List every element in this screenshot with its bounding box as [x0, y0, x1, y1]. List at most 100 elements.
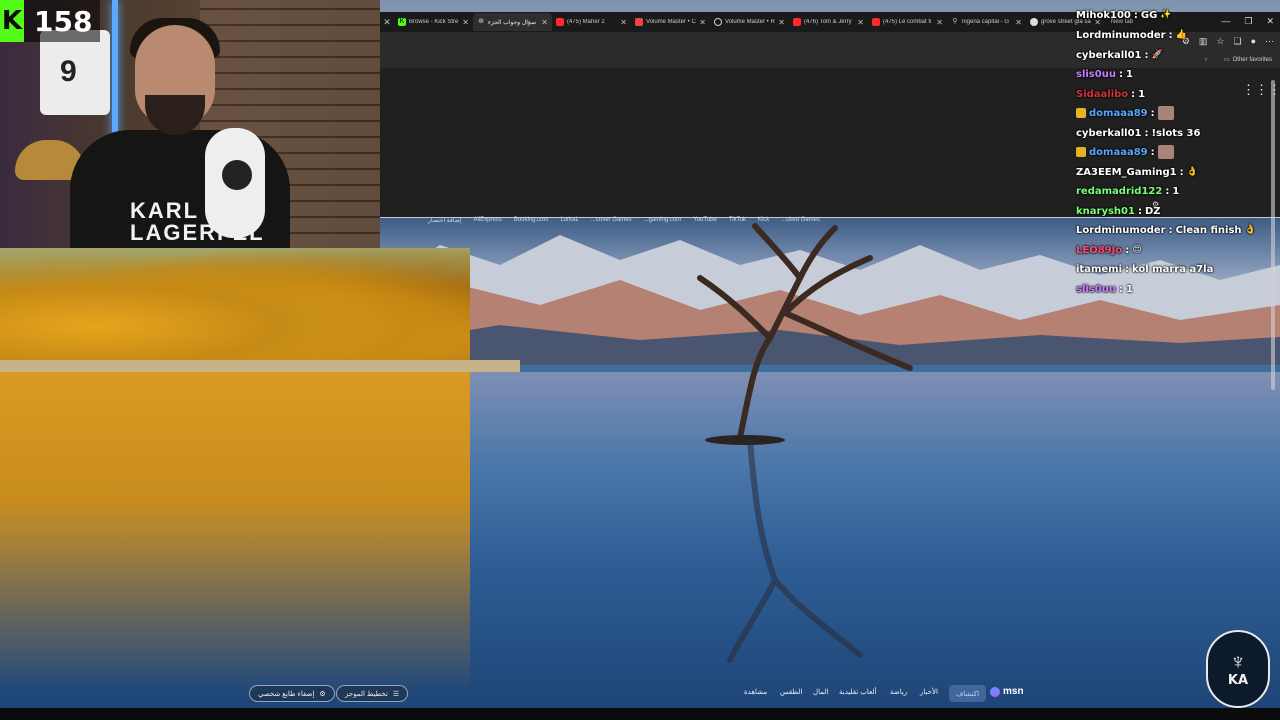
close-icon[interactable]: ✕: [857, 18, 864, 27]
chat-username[interactable]: knarysh01: [1076, 206, 1135, 217]
chat-message: LEO89Jo: 😍: [1076, 242, 1142, 258]
chat-username[interactable]: LEO89Jo: [1076, 245, 1122, 256]
chat-emote-icon: 🚀: [1151, 50, 1163, 60]
chat-separator: :: [1125, 263, 1130, 275]
tab[interactable]: Volume Master • R ✕: [710, 13, 789, 31]
bottom-strip: [0, 708, 1280, 720]
tab[interactable]: (476) Tom & Jerry ✕: [789, 13, 868, 31]
chat-separator: :: [1133, 9, 1138, 21]
chat-emote-icon: ✨: [1160, 10, 1172, 20]
tab[interactable]: (475) Le combat fi ✕: [868, 13, 947, 31]
shortcut[interactable]: Booking.com: [514, 217, 549, 224]
jersey-number: 9: [60, 55, 77, 88]
tree-reflection: [727, 440, 863, 663]
shortcut[interactable]: AliExpress: [473, 217, 501, 224]
chat-username[interactable]: cyberkall01: [1076, 128, 1142, 139]
tab-title: (476) Tom & Jerry: [804, 19, 852, 25]
close-icon[interactable]: ✕: [541, 18, 548, 27]
chat-message: domaaa89:: [1076, 105, 1174, 121]
eagle-icon: ♆: [1229, 648, 1247, 674]
nav-casual-games[interactable]: ألعاب تقليدية: [839, 688, 876, 696]
chat-separator: :: [1137, 205, 1142, 217]
shortcut-add[interactable]: إضافة اختصار: [428, 217, 461, 224]
channel-logo: ♆ KA: [1206, 630, 1270, 708]
tab-title: Volume Master • C: [646, 19, 696, 25]
chat-message: Lordminumoder: 👍: [1076, 27, 1187, 43]
chat-username[interactable]: domaaa89: [1089, 147, 1148, 158]
chat-username[interactable]: cyberkall01: [1076, 50, 1142, 61]
close-icon[interactable]: ✕: [462, 18, 469, 27]
msn-logo[interactable]: msn: [990, 686, 1024, 697]
tab[interactable]: (475) Maher 2 ✕: [552, 13, 631, 31]
tab[interactable]: Volume Master • C ✕: [631, 13, 710, 31]
chat-separator: :: [1179, 166, 1184, 178]
shortcut[interactable]: LorkaL: [561, 217, 579, 224]
tab-title: Volume Master • R: [725, 19, 775, 25]
tab-title: (475) Maher 2: [567, 19, 605, 25]
chat-text: 1: [1138, 88, 1146, 100]
chat-emote-icon: 👍: [1175, 30, 1187, 40]
nav-weather[interactable]: الطقس: [780, 688, 802, 696]
feed-layout-button[interactable]: تخطيط الموجز ☰: [336, 685, 409, 702]
chat-username[interactable]: slis0uu: [1076, 284, 1116, 295]
nav-discover[interactable]: اكتشاف: [949, 685, 987, 702]
personalize-button[interactable]: إضفاء طابع شخصي ⚙: [249, 685, 335, 702]
msn-butterfly-icon: [990, 686, 1000, 697]
shortcuts-row: إضافة اختصار AliExpress Booking.com Lork…: [428, 217, 820, 224]
chat-message: slis0uu:1: [1076, 66, 1133, 82]
chat-username[interactable]: Mihok100: [1076, 10, 1131, 21]
chat-message: cyberkall01: 🚀: [1076, 47, 1163, 63]
chat-emote-icon: 👌: [1244, 225, 1256, 235]
close-icon[interactable]: ✕: [380, 17, 394, 28]
chat-separator: :: [1168, 224, 1173, 236]
close-icon[interactable]: ✕: [620, 18, 627, 27]
chat-message: ZA3EEM_Gaming1: 👌: [1076, 164, 1198, 180]
nav-news[interactable]: الأخبار: [920, 688, 938, 696]
chat-username[interactable]: ZA3EEM_Gaming1: [1076, 167, 1177, 178]
globe-icon: ⊕: [478, 18, 484, 25]
subscriber-badge-icon: [1076, 108, 1086, 118]
shortcut[interactable]: ...gaming.com: [644, 217, 682, 224]
chat-emote-icon: 👌: [1186, 167, 1198, 177]
tab[interactable]: ⚲ nigeria capital - G ✕: [947, 13, 1026, 31]
chat-username[interactable]: itamemi: [1076, 264, 1122, 275]
nav-money[interactable]: المال: [813, 688, 828, 696]
nav-sports[interactable]: رياضة: [890, 688, 907, 696]
settings-icon: ⚙: [319, 690, 326, 698]
close-icon[interactable]: ✕: [936, 18, 943, 27]
tab-title: Browse - Kick Stre: [409, 19, 459, 25]
chat-separator: :: [1168, 29, 1173, 41]
autumn-trees: [0, 248, 470, 378]
shortcut[interactable]: TikTok: [729, 217, 746, 224]
volume-master-icon: [635, 18, 643, 26]
trees-reflection: [0, 372, 470, 692]
chat-text: 1: [1125, 68, 1133, 80]
tab[interactable]: K Browse - Kick Stre ✕: [394, 13, 473, 31]
shortcut[interactable]: YouTube: [693, 217, 717, 224]
chat-separator: :: [1118, 68, 1123, 80]
close-icon[interactable]: ✕: [699, 18, 706, 27]
chat-username[interactable]: redamadrid122: [1076, 186, 1162, 197]
chat-username[interactable]: Lordminumoder: [1076, 30, 1166, 41]
chat-overlay: Mihok100: GG ✨ Lordminumoder: 👍 cyberkall01: 🚀…: [1076, 0, 1280, 300]
tab-active[interactable]: ⊕ سؤال وجواب الجزء ✕: [473, 13, 552, 31]
youtube-icon: [556, 18, 564, 26]
chat-username[interactable]: slis0uu: [1076, 69, 1116, 80]
nav-watch[interactable]: مشاهدة: [744, 688, 767, 696]
close-icon[interactable]: ✕: [778, 18, 785, 27]
channel-logo-mark: KA: [1227, 672, 1249, 688]
chat-separator: :: [1165, 185, 1170, 197]
chat-username[interactable]: Lordminumoder: [1076, 225, 1166, 236]
kick-logo-icon: K: [0, 0, 24, 42]
close-icon[interactable]: ✕: [1015, 18, 1022, 27]
chat-text: 1: [1125, 283, 1133, 295]
shortcut[interactable]: Kick: [758, 217, 769, 224]
chat-separator: :: [1118, 283, 1123, 295]
shortcut[interactable]: ...cover Games: [591, 217, 632, 224]
shortcut[interactable]: ...cked Games: [781, 217, 820, 224]
chat-separator: :: [1125, 244, 1130, 256]
chat-username[interactable]: domaaa89: [1089, 108, 1148, 119]
chat-message: slis0uu:1: [1076, 281, 1133, 297]
chat-text: !slots 36: [1151, 127, 1201, 139]
chat-username[interactable]: Sidaalibo: [1076, 89, 1128, 100]
